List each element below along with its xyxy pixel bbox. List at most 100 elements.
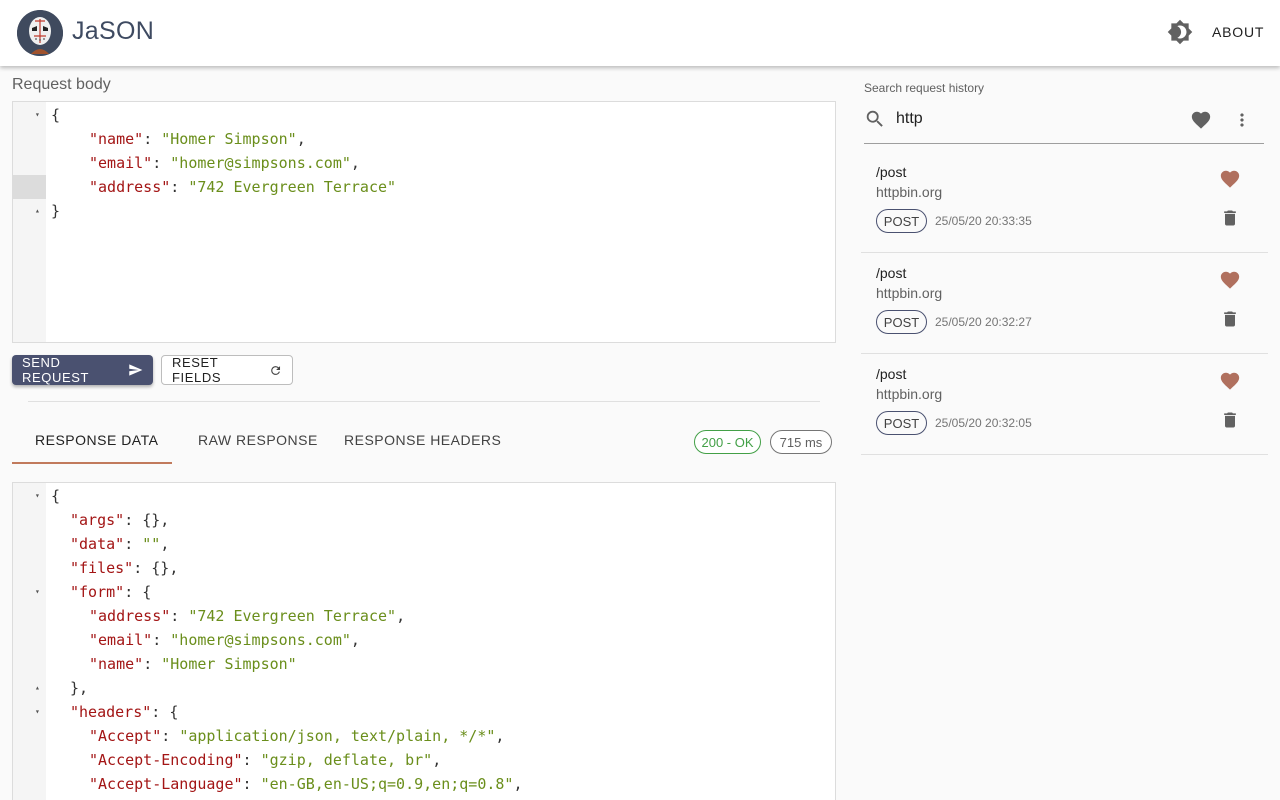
json-punctuation: :: [152, 154, 171, 172]
json-key: "email": [89, 154, 153, 172]
fold-toggle-icon[interactable]: ▴: [35, 677, 40, 699]
method-badge: POST: [876, 310, 927, 334]
json-key: "data": [70, 535, 125, 553]
json-punctuation: :: [152, 631, 171, 649]
code-line: "email": "homer@simpsons.com",: [89, 151, 360, 175]
json-punctuation: :: [170, 607, 189, 625]
code-line: {: [51, 103, 60, 127]
active-line-marker: [13, 175, 46, 199]
json-punctuation: ,: [350, 631, 360, 649]
json-punctuation: ,: [160, 535, 170, 553]
code-line: "Accept-Language": "en-GB,en-US;q=0.9,en…: [89, 772, 523, 796]
history-item[interactable]: /post httpbin.org POST 25/05/20 20:33:35: [861, 152, 1268, 253]
json-punctuation: :: [170, 178, 189, 196]
json-punctuation: :: [143, 655, 162, 673]
history-item-path: /post: [876, 265, 907, 281]
code-line: "email": "homer@simpsons.com",: [89, 628, 360, 652]
history-item[interactable]: /post httpbin.org POST 25/05/20 20:32:27: [861, 253, 1268, 354]
code-line: "data": "",: [70, 532, 169, 556]
search-icon: [866, 110, 883, 127]
fold-toggle-icon[interactable]: ▴: [35, 200, 40, 222]
fold-toggle-icon[interactable]: ▾: [35, 581, 40, 603]
json-key: "name": [89, 655, 144, 673]
json-key: "form": [70, 583, 125, 601]
json-key: "Accept": [89, 727, 162, 745]
json-punctuation: :: [242, 775, 261, 793]
editor-gutter: [13, 102, 46, 342]
json-punctuation: ,: [350, 154, 360, 172]
fold-toggle-icon[interactable]: ▾: [35, 701, 40, 723]
json-punctuation: :: [161, 727, 180, 745]
request-body-editor[interactable]: ▾{"name": "Homer Simpson", "email": "home…: [12, 101, 836, 343]
json-key: "headers": [70, 703, 152, 721]
code-line: },: [70, 676, 88, 700]
code-line: }: [51, 199, 60, 223]
search-history-label: Search request history: [864, 81, 985, 95]
method-badge: POST: [876, 209, 927, 233]
send-icon: [129, 364, 143, 376]
json-punctuation: ,: [495, 727, 505, 745]
json-key: "email": [89, 631, 153, 649]
fold-toggle-icon[interactable]: ▾: [35, 104, 40, 126]
json-string: "application/json, text/plain, */*": [179, 727, 496, 745]
delete-trash-icon[interactable]: [1220, 410, 1240, 430]
history-item-timestamp: 25/05/20 20:32:05: [935, 416, 1032, 430]
json-string: "en-GB,en-US;q=0.9,en;q=0.8": [260, 775, 514, 793]
history-item-path: /post: [876, 164, 907, 180]
favorite-heart-icon[interactable]: [1219, 370, 1241, 392]
json-key: "files": [70, 559, 134, 577]
more-vert-icon[interactable]: [1232, 110, 1252, 130]
code-line: "files": {},: [70, 556, 178, 580]
about-button[interactable]: ABOUT: [1204, 22, 1272, 42]
json-punctuation: :: [242, 751, 261, 769]
theme-toggle-icon[interactable]: [1167, 19, 1193, 45]
json-punctuation: ,: [513, 775, 523, 793]
search-underline: [864, 143, 1264, 144]
delete-trash-icon[interactable]: [1220, 208, 1240, 228]
json-string: "gzip, deflate, br": [260, 751, 433, 769]
logo-icon[interactable]: [17, 10, 63, 56]
search-history-input[interactable]: [896, 110, 1156, 128]
json-punctuation: ,: [396, 607, 406, 625]
send-request-button[interactable]: SEND REQUEST: [12, 355, 153, 385]
code-line: "form": {: [70, 580, 151, 604]
app-bar: JaSON ABOUT: [0, 0, 1280, 66]
json-punctuation: }: [51, 202, 61, 220]
editor-gutter: [13, 483, 46, 800]
json-punctuation: : {: [124, 583, 152, 601]
favorite-heart-icon[interactable]: [1219, 168, 1241, 190]
favorites-filter-heart-icon[interactable]: [1190, 109, 1212, 131]
json-punctuation: {: [51, 487, 61, 505]
code-line: "address": "742 Evergreen Terrace": [89, 175, 396, 199]
code-line: "headers": {: [70, 700, 178, 724]
history-item-timestamp: 25/05/20 20:33:35: [935, 214, 1032, 228]
status-badge: 200 - OK: [694, 430, 761, 454]
reset-fields-label: RESET FIELDS: [172, 355, 222, 385]
reset-fields-button[interactable]: RESET FIELDS: [161, 355, 293, 385]
response-time-badge: 715 ms: [770, 430, 832, 454]
history-item-host: httpbin.org: [876, 285, 943, 301]
json-punctuation: },: [70, 679, 89, 697]
section-divider: [28, 401, 820, 402]
json-punctuation: {: [51, 106, 61, 124]
json-key: "Accept-Encoding": [89, 751, 243, 769]
history-item[interactable]: /post httpbin.org POST 25/05/20 20:32:05: [861, 354, 1268, 455]
response-data-editor[interactable]: ▾{"args": {}, "data": "", "files": {}, ▾ "fo…: [12, 482, 836, 800]
json-key: "Accept-Language": [89, 775, 243, 793]
json-key: "args": [70, 511, 125, 529]
tab-raw-response[interactable]: RAW RESPONSE: [198, 432, 318, 448]
tab-response-headers[interactable]: RESPONSE HEADERS: [344, 432, 501, 448]
json-string: "Homer Simpson": [161, 655, 297, 673]
tab-response-data[interactable]: RESPONSE DATA: [35, 432, 158, 448]
json-string: "": [142, 535, 161, 553]
json-string: "742 Evergreen Terrace": [188, 607, 397, 625]
json-punctuation: :: [124, 535, 143, 553]
fold-toggle-icon[interactable]: ▾: [35, 485, 40, 507]
json-string: "Homer Simpson": [161, 130, 297, 148]
json-punctuation: : {: [151, 703, 179, 721]
code-line: {: [51, 484, 60, 508]
json-string: "742 Evergreen Terrace": [188, 178, 397, 196]
favorite-heart-icon[interactable]: [1219, 269, 1241, 291]
json-key: "address": [89, 607, 171, 625]
delete-trash-icon[interactable]: [1220, 309, 1240, 329]
